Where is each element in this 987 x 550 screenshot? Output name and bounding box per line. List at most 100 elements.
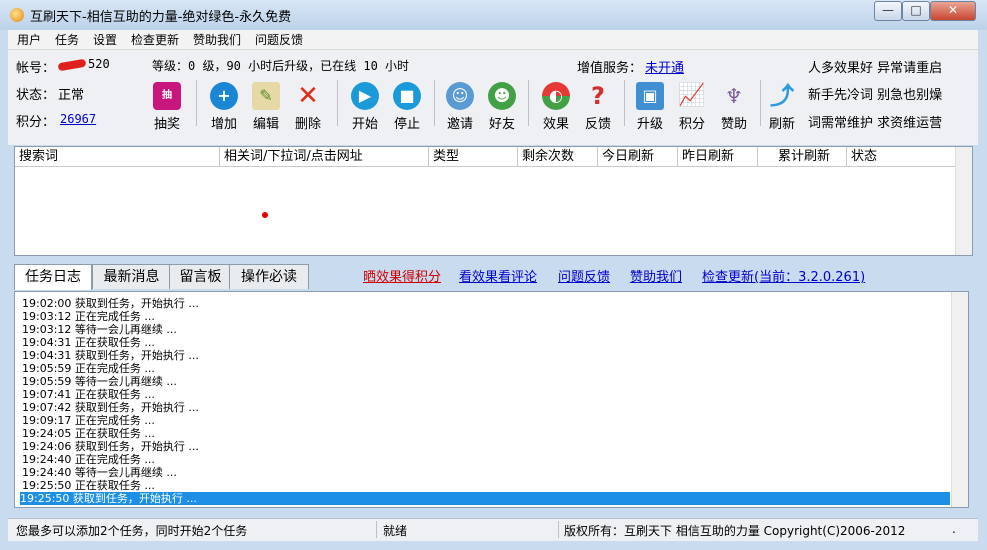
invite-button[interactable]: ☺ 邀请 <box>440 80 480 132</box>
stop-button[interactable]: ■ 停止 <box>387 80 427 132</box>
tip-note-3: 词需常维护 求资维运营 <box>808 116 943 131</box>
feedback-link[interactable]: 问题反馈 <box>558 266 610 285</box>
start-button[interactable]: ▶ 开始 <box>345 80 385 132</box>
log-line[interactable]: 19:24:40 等待一会儿再继续 ... <box>22 466 177 479</box>
share-effect-link[interactable]: 晒效果得积分 <box>363 266 441 285</box>
status-separator <box>376 521 377 538</box>
status-right: 版权所有：互刷天下 相信互助的力量 Copyright(C)2006-2012 <box>564 524 906 538</box>
menu-check-update[interactable]: 检查更新 <box>131 31 179 48</box>
view-effect-link[interactable]: 看效果看评论 <box>459 266 537 285</box>
friends-icon: ☻ <box>488 82 516 110</box>
invite-icon: ☺ <box>446 82 474 110</box>
table-scrollbar[interactable] <box>955 147 972 255</box>
tip-note-1: 人多效果好 异常请重启 <box>808 61 943 76</box>
log-line[interactable]: 19:02:00 获取到任务，开始执行 ... <box>22 297 199 310</box>
tip-note-2: 新手先冷词 别急也别燥 <box>808 88 943 103</box>
redaction-mark <box>57 58 87 71</box>
column-header[interactable]: 剩余次数 <box>518 147 598 167</box>
tab-task-log[interactable]: 任务日志 <box>14 264 92 290</box>
toolbar-separator <box>337 80 338 126</box>
points-link[interactable]: 26967 <box>60 112 96 126</box>
value-added-label: 增值服务： <box>577 61 643 76</box>
edit-icon: ✎ <box>252 82 280 110</box>
log-line[interactable]: 19:05:59 等待一会儿再继续 ... <box>22 375 177 388</box>
status-separator <box>558 521 559 538</box>
stop-icon: ■ <box>393 82 421 110</box>
log-line[interactable]: 19:25:50 获取到任务，开始执行 ... <box>20 492 950 505</box>
log-line[interactable]: 19:03:12 等待一会儿再继续 ... <box>22 323 177 336</box>
menu-user[interactable]: 用户 <box>17 31 41 48</box>
delete-button[interactable]: ✕ 删除 <box>288 80 328 132</box>
task-table[interactable]: 搜索词 相关词/下拉词/点击网址 类型 剩余次数 今日刷新 昨日刷新 累计刷新 … <box>14 146 973 256</box>
refresh-button[interactable]: ⤴ 刷新 <box>762 80 802 132</box>
column-header[interactable]: 累计刷新 <box>758 147 847 167</box>
column-header[interactable]: 今日刷新 <box>598 147 678 167</box>
toolbar-separator <box>528 80 529 126</box>
feedback-button[interactable]: ? 反馈 <box>578 80 618 132</box>
play-icon: ▶ <box>351 82 379 110</box>
upgrade-button[interactable]: ▣ 升级 <box>630 80 670 132</box>
log-line[interactable]: 19:07:42 获取到任务，开始执行 ... <box>22 401 199 414</box>
friends-button[interactable]: ☻ 好友 <box>482 80 522 132</box>
menu-settings[interactable]: 设置 <box>93 31 117 48</box>
toolbar-separator <box>760 80 761 126</box>
lottery-button[interactable]: 抽抽奖 <box>147 80 187 132</box>
minimize-button[interactable]: — <box>874 1 902 21</box>
effect-button[interactable]: ◐ 效果 <box>536 80 576 132</box>
column-header[interactable]: 状态 <box>847 147 956 167</box>
account-label: 帐号： <box>16 61 56 76</box>
menu-feedback[interactable]: 问题反馈 <box>255 31 303 48</box>
value-added-link[interactable]: 未开通 <box>645 57 684 76</box>
lottery-bag-icon: 抽 <box>153 82 181 110</box>
title-bar: 互刷天下-相信互助的力量-绝对绿色-永久免费 — □ ✕ <box>0 0 987 30</box>
points-label: 积分： <box>16 115 56 130</box>
upgrade-icon: ▣ <box>636 82 664 110</box>
log-line[interactable]: 19:25:50 正在获取任务 ... <box>22 479 155 492</box>
log-line[interactable]: 19:04:31 正在获取任务 ... <box>22 336 155 349</box>
status-middle: 就绪 <box>383 524 408 538</box>
toolbar-separator <box>434 80 435 126</box>
column-header[interactable]: 昨日刷新 <box>678 147 758 167</box>
task-log-panel: 19:02:00 获取到任务，开始执行 ... 19:03:12 正在完成任务 .… <box>14 291 969 508</box>
log-line[interactable]: 19:05:59 正在完成任务 ... <box>22 362 155 375</box>
log-line[interactable]: 19:24:06 获取到任务，开始执行 ... <box>22 440 199 453</box>
tab-message-board[interactable]: 留言板 <box>169 264 232 289</box>
menu-sponsor[interactable]: 赞助我们 <box>193 31 241 48</box>
tab-must-read[interactable]: 操作必读 <box>229 264 309 289</box>
window-title: 互刷天下-相信互助的力量-绝对绿色-永久免费 <box>30 10 292 25</box>
feedback-icon: ? <box>591 82 605 110</box>
log-line[interactable]: 19:04:31 获取到任务，开始执行 ... <box>22 349 199 362</box>
column-header[interactable]: 类型 <box>429 147 518 167</box>
toolbar-panel: 帐号： 520 状态： 正常 积分： 26967 等级：0 级，90 小时后升级… <box>8 50 978 145</box>
sponsor-icon: ♆ <box>725 84 743 108</box>
tab-news[interactable]: 最新消息 <box>92 264 171 289</box>
log-line[interactable]: 19:24:40 正在完成任务 ... <box>22 453 155 466</box>
log-line[interactable]: 19:07:41 正在获取任务 ... <box>22 388 155 401</box>
menu-bar: 用户 任务 设置 检查更新 赞助我们 问题反馈 <box>8 30 978 50</box>
toolbar-separator <box>196 80 197 126</box>
edit-button[interactable]: ✎ 编辑 <box>246 80 286 132</box>
add-button[interactable]: + 增加 <box>204 80 244 132</box>
close-button[interactable]: ✕ <box>930 1 976 21</box>
points-button[interactable]: 📈 积分 <box>672 80 712 132</box>
log-line[interactable]: 19:24:05 正在获取任务 ... <box>22 427 155 440</box>
level-text: 等级：0 级，90 小时后升级，已在线 10 小时 <box>152 59 410 73</box>
sponsor-link[interactable]: 赞助我们 <box>630 266 682 285</box>
app-logo-icon <box>10 8 24 22</box>
column-header[interactable]: 相关词/下拉词/点击网址 <box>220 147 429 167</box>
status-label: 状态： <box>16 88 56 103</box>
maximize-button[interactable]: □ <box>902 1 930 21</box>
toolbar-separator <box>624 80 625 126</box>
log-line[interactable]: 19:03:12 正在完成任务 ... <box>22 310 155 323</box>
points-chart-icon: 📈 <box>678 83 706 108</box>
refresh-icon: ⤴ <box>770 82 794 110</box>
check-update-link[interactable]: 检查更新(当前：3.2.0.261) <box>702 266 865 285</box>
add-icon: + <box>210 82 238 110</box>
log-scrollbar[interactable] <box>951 292 968 507</box>
log-line[interactable]: 19:09:17 正在完成任务 ... <box>22 414 155 427</box>
sponsor-button[interactable]: ♆ 赞助 <box>714 80 754 132</box>
column-header[interactable]: 搜索词 <box>15 147 220 167</box>
menu-task[interactable]: 任务 <box>55 31 79 48</box>
effect-icon: ◐ <box>542 82 570 110</box>
delete-icon: ✕ <box>297 81 319 111</box>
